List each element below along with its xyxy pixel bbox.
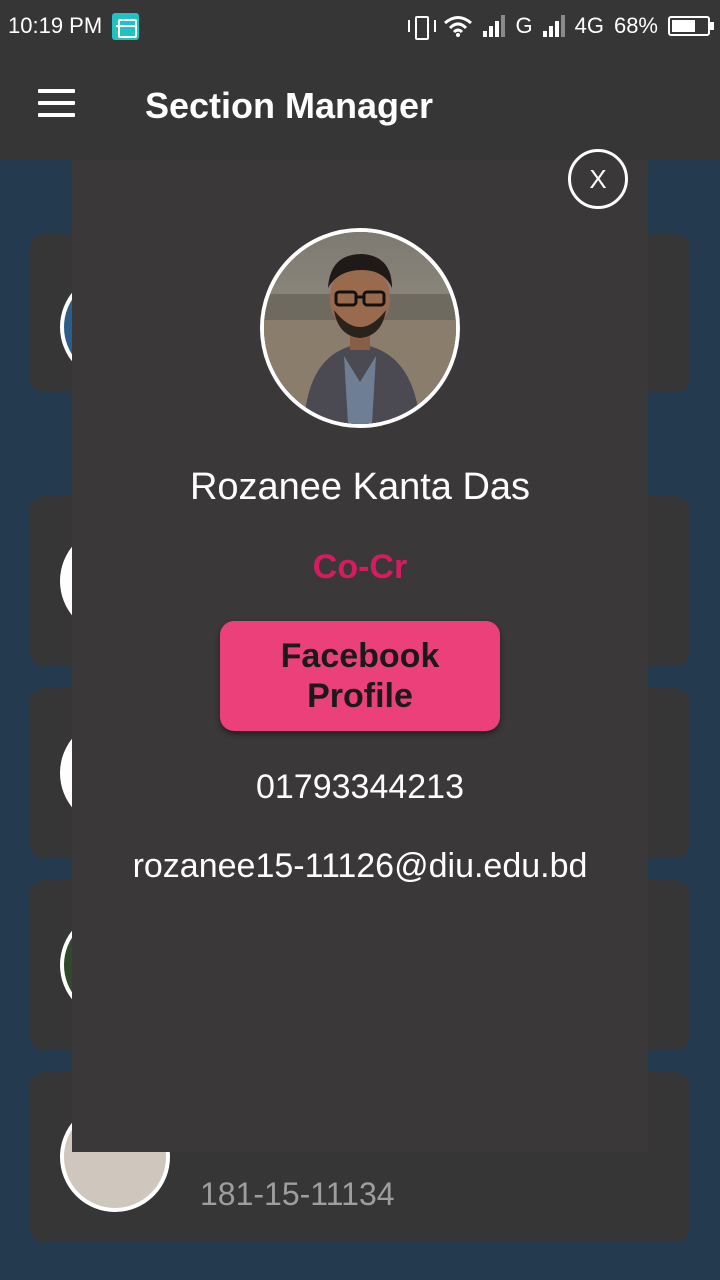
page-title: Section Manager bbox=[145, 85, 434, 126]
facebook-profile-button[interactable]: Facebook Profile bbox=[220, 621, 500, 731]
profile-dialog: X Rozanee Kanta Das Co-Cr Facebook Profi… bbox=[72, 149, 648, 1152]
profile-email[interactable]: rozanee15-11126@diu.edu.bd bbox=[72, 847, 648, 886]
network-type-2: 4G bbox=[574, 13, 604, 38]
profile-photo-image bbox=[264, 232, 456, 424]
status-right: G 4G 68% bbox=[407, 13, 714, 40]
battery-fill bbox=[672, 20, 696, 32]
profile-phone[interactable]: 01793344213 bbox=[72, 768, 648, 807]
close-button[interactable]: X bbox=[568, 149, 628, 209]
status-left: 10:19 PM bbox=[8, 12, 140, 40]
battery-percent: 68% bbox=[613, 13, 658, 38]
profile-role: Co-Cr bbox=[312, 548, 408, 586]
battery-icon bbox=[668, 16, 714, 36]
facebook-profile-button-label: Facebook Profile bbox=[280, 637, 440, 715]
signal-strength-icon-2 bbox=[542, 15, 565, 37]
network-type-1: G bbox=[515, 13, 533, 38]
screenshot-scan-icon bbox=[112, 12, 140, 40]
profile-name: Rozanee Kanta Das bbox=[189, 466, 531, 508]
profile-photo bbox=[260, 228, 460, 428]
status-time: 10:19 PM bbox=[8, 13, 103, 38]
close-icon: X bbox=[589, 163, 607, 194]
hamburger-menu-icon[interactable] bbox=[38, 89, 75, 117]
wifi-icon bbox=[444, 16, 473, 37]
app-bar: Section Manager bbox=[0, 52, 720, 160]
signal-strength-icon bbox=[483, 15, 506, 37]
status-bar: 10:19 PM G 4G 68% bbox=[0, 0, 720, 52]
vibrate-icon bbox=[407, 15, 437, 40]
list-item-id: 181-15-11134 bbox=[200, 1176, 395, 1212]
